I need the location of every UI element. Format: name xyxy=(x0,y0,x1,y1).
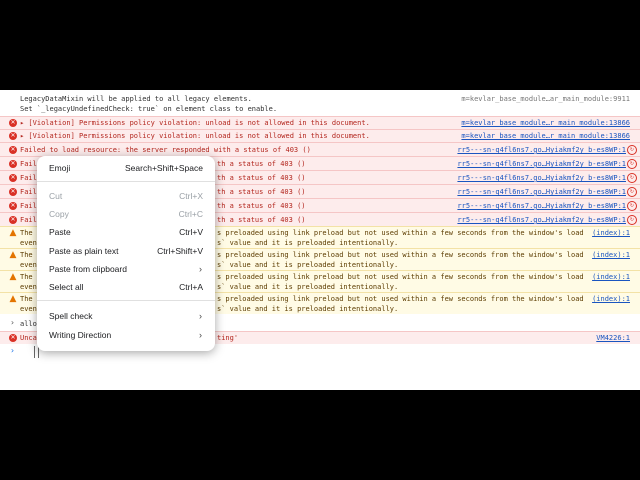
error-icon: ✕ xyxy=(9,202,17,210)
menu-item-writing-direction[interactable]: Writing Direction › xyxy=(37,326,215,344)
source-link[interactable]: (index):1 xyxy=(592,294,630,304)
menu-item-paste[interactable]: Paste Ctrl+V xyxy=(37,223,215,241)
chevron-right-icon: › xyxy=(199,330,202,340)
source-link[interactable]: m=kevlar_base_module…ar_main_module:9911 xyxy=(461,94,630,104)
menu-item-paste-from-clipboard[interactable]: Paste from clipboard › xyxy=(37,260,215,278)
source-link[interactable]: VM4226:1 xyxy=(596,333,630,343)
network-icon[interactable]: ↻ xyxy=(627,201,637,211)
menu-item-emoji[interactable]: Emoji Search+Shift+Space xyxy=(37,159,215,177)
chevron-right-icon: › xyxy=(10,346,15,355)
network-icon[interactable]: ↻ xyxy=(627,187,637,197)
error-icon: ✕ xyxy=(9,146,17,154)
source-link[interactable]: m=kevlar_base_module…r_main_module:13866 xyxy=(461,131,630,141)
source-link[interactable]: (index):1 xyxy=(592,272,630,282)
chevron-right-icon: › xyxy=(199,311,202,321)
error-icon: ✕ xyxy=(9,188,17,196)
menu-item-select-all[interactable]: Select all Ctrl+A xyxy=(37,278,215,296)
console-violation-row[interactable]: ✕ ▸ [Violation] Permissions policy viola… xyxy=(0,129,640,142)
menu-item-cut[interactable]: Cut Ctrl+X xyxy=(37,187,215,205)
chevron-right-icon: › xyxy=(199,264,202,274)
warning-icon: ▲ xyxy=(9,228,17,238)
console-violation-row[interactable]: ✕ ▸ [Violation] Permissions policy viola… xyxy=(0,116,640,129)
context-menu: Emoji Search+Shift+Space Cut Ctrl+X Copy… xyxy=(37,156,215,351)
menu-separator xyxy=(37,181,215,182)
menu-item-paste-plain-text[interactable]: Paste as plain text Ctrl+Shift+V xyxy=(37,242,215,260)
warning-icon: ▲ xyxy=(9,294,17,304)
network-icon[interactable]: ↻ xyxy=(627,215,637,225)
source-link[interactable]: (index):1 xyxy=(592,250,630,260)
network-icon[interactable]: ↻ xyxy=(627,173,637,183)
source-link[interactable]: rr5---sn-q4fl6ns7.go…Hyiakmf2y_b-es8WP:1 xyxy=(457,187,626,197)
menu-item-spell-check[interactable]: Spell check › xyxy=(37,307,215,325)
error-icon: ✕ xyxy=(9,174,17,182)
warning-icon: ▲ xyxy=(9,250,17,260)
network-icon[interactable]: ↻ xyxy=(627,145,637,155)
chevron-right-icon: › xyxy=(10,318,15,327)
source-link[interactable]: rr5---sn-q4fl6ns7.go…Hyiakmf2y_b-es8WP:1 xyxy=(457,173,626,183)
menu-separator xyxy=(37,300,215,301)
warning-icon: ▲ xyxy=(9,272,17,282)
source-link[interactable]: rr5---sn-q4fl6ns7.go…Hyiakmf2y_b-es8WP:1 xyxy=(457,215,626,225)
source-link[interactable]: (index):1 xyxy=(592,228,630,238)
error-icon: ✕ xyxy=(9,160,17,168)
error-icon: ✕ xyxy=(9,216,17,224)
source-link[interactable]: m=kevlar_base_module…r_main_module:13866 xyxy=(461,118,630,128)
error-icon: ✕ xyxy=(9,119,17,127)
source-link[interactable]: rr5---sn-q4fl6ns7.go…Hyiakmf2y_b-es8WP:1 xyxy=(457,145,626,155)
source-link[interactable]: rr5---sn-q4fl6ns7.go…Hyiakmf2y_b-es8WP:1 xyxy=(457,201,626,211)
error-icon: ✕ xyxy=(9,132,17,140)
menu-item-copy[interactable]: Copy Ctrl+C xyxy=(37,205,215,223)
console-error-row[interactable]: ✕ Failed to load resource: the server re… xyxy=(0,142,640,156)
network-icon[interactable]: ↻ xyxy=(627,159,637,169)
error-icon: ✕ xyxy=(9,334,17,342)
source-link[interactable]: rr5---sn-q4fl6ns7.go…Hyiakmf2y_b-es8WP:1 xyxy=(457,159,626,169)
